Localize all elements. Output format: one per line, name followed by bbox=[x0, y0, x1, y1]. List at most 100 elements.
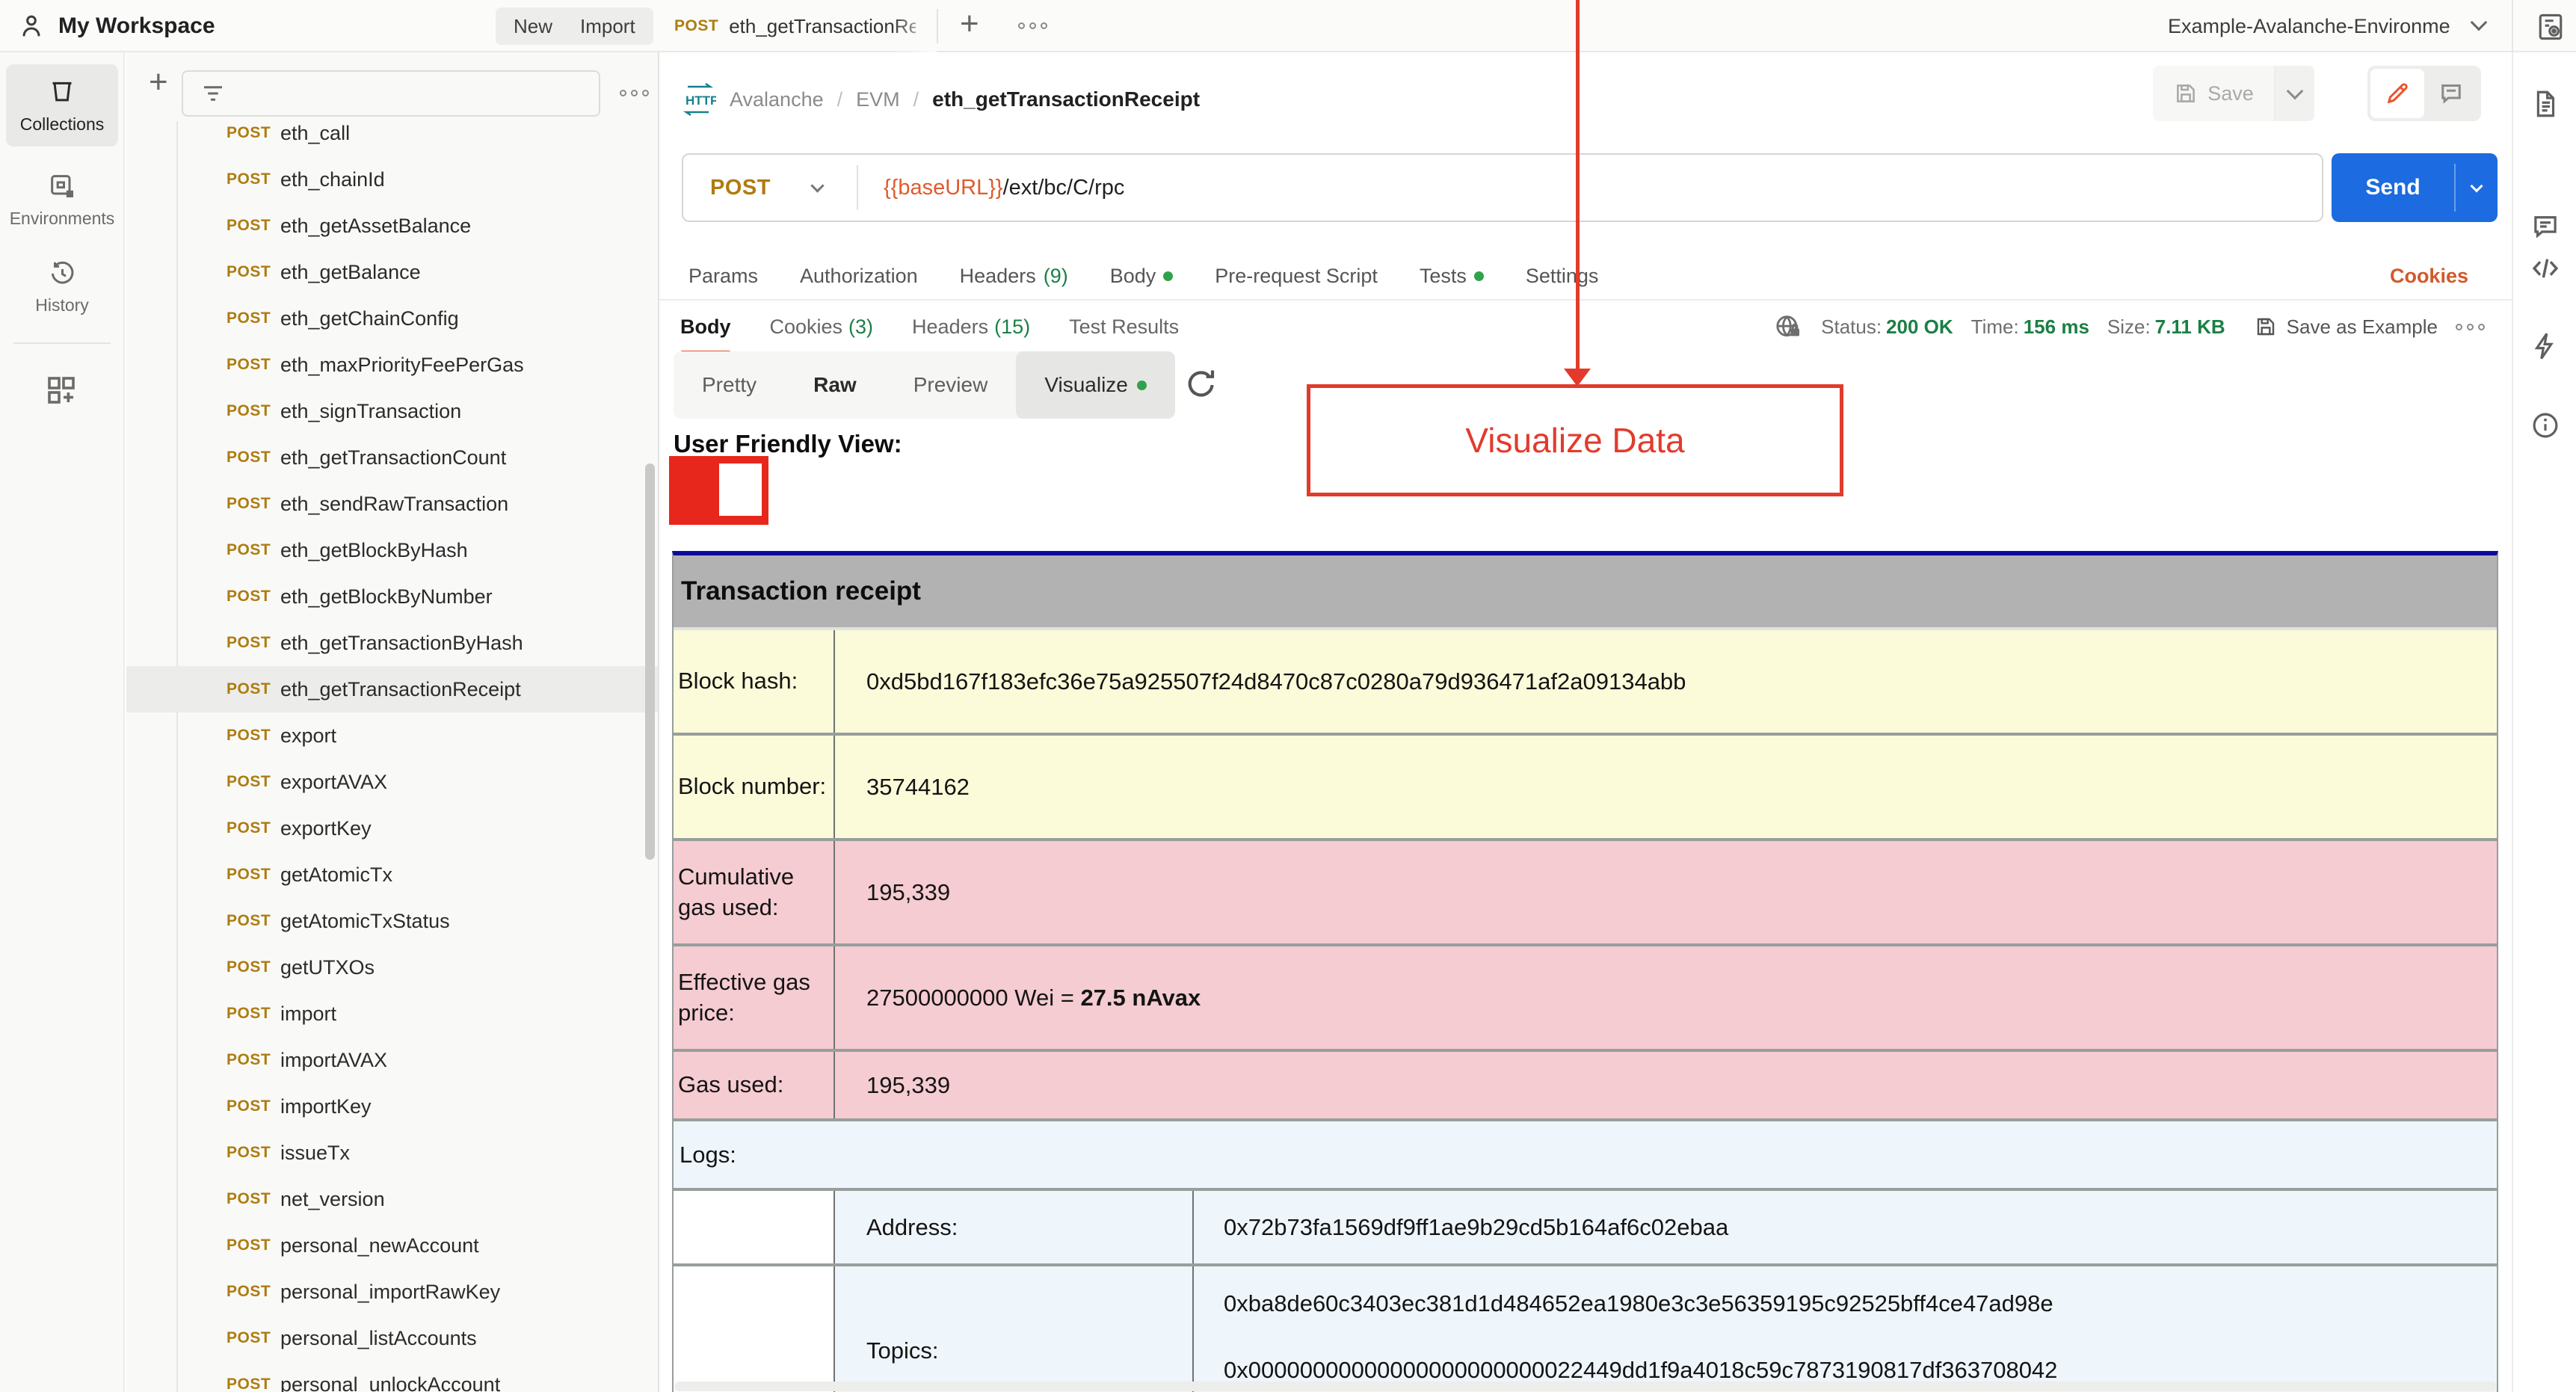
request-list-item[interactable]: POST importAVAX bbox=[126, 1037, 658, 1083]
request-name: eth_getTransactionByHash bbox=[280, 631, 523, 654]
request-tab-item[interactable]: Authorization bbox=[800, 265, 918, 288]
request-tab-item[interactable]: Params bbox=[688, 265, 758, 288]
response-view-switcher: Pretty Raw Preview Visualize bbox=[674, 351, 1175, 419]
method-select[interactable]: POST bbox=[710, 176, 771, 200]
sidebar-item-history[interactable]: History bbox=[6, 245, 118, 327]
request-list-item[interactable]: POST exportKey bbox=[126, 805, 658, 851]
edit-pencil-button[interactable] bbox=[2370, 69, 2424, 118]
request-list-item[interactable]: POST eth_signTransaction bbox=[126, 388, 658, 434]
save-options-button[interactable] bbox=[2275, 66, 2314, 121]
send-options-icon[interactable] bbox=[2456, 153, 2498, 222]
request-tab-item[interactable]: Pre-request Script bbox=[1215, 265, 1378, 288]
breadcrumb-folder[interactable]: EVM bbox=[856, 88, 900, 111]
tab-method-badge: POST bbox=[674, 17, 719, 34]
request-list-item[interactable]: POST eth_chainId bbox=[126, 156, 658, 203]
request-list-item[interactable]: POST eth_maxPriorityFeePerGas bbox=[126, 342, 658, 388]
request-tab[interactable]: POST eth_getTransactionRece bbox=[658, 0, 937, 52]
request-list-item[interactable]: POST eth_getTransactionByHash bbox=[126, 620, 658, 666]
workspace-title[interactable]: My Workspace bbox=[58, 13, 215, 39]
sidebar-scrollbar[interactable] bbox=[645, 464, 655, 860]
request-list-item[interactable]: POST personal_importRawKey bbox=[126, 1269, 658, 1315]
response-tab-item[interactable]: Test Results bbox=[1069, 308, 1179, 345]
network-icon[interactable] bbox=[1773, 312, 1803, 342]
request-list-item[interactable]: POST eth_getAssetBalance bbox=[126, 203, 658, 249]
add-request-button[interactable]: + bbox=[149, 66, 168, 99]
new-tab-button[interactable]: + bbox=[960, 7, 979, 40]
tab-label: Headers bbox=[912, 315, 989, 338]
view-label: Visualize bbox=[1044, 373, 1128, 396]
request-list-item[interactable]: POST personal_listAccounts bbox=[126, 1315, 658, 1361]
request-name: eth_getTransactionCount bbox=[280, 446, 507, 469]
comments-toggle-button[interactable] bbox=[2424, 69, 2478, 118]
tab-count: (3) bbox=[848, 315, 874, 338]
response-view-tab[interactable]: Raw bbox=[785, 351, 885, 419]
request-list-item[interactable]: POST getAtomicTxStatus bbox=[126, 898, 658, 944]
request-list-item[interactable]: POST import bbox=[126, 991, 658, 1037]
send-button[interactable]: Send bbox=[2332, 153, 2498, 222]
user-friendly-view-checkbox[interactable] bbox=[669, 456, 768, 525]
cookies-link[interactable]: Cookies bbox=[2390, 253, 2468, 299]
request-list-item[interactable]: POST getAtomicTx bbox=[126, 851, 658, 898]
response-tab-item[interactable]: Cookies (3) bbox=[770, 308, 874, 345]
request-list-item[interactable]: POST eth_getTransactionReceipt bbox=[126, 666, 658, 712]
comment-icon[interactable] bbox=[2530, 211, 2561, 242]
response-view-tab[interactable]: Visualize bbox=[1016, 351, 1175, 419]
request-list-item[interactable]: POST export bbox=[126, 712, 658, 759]
refresh-icon[interactable] bbox=[1183, 365, 1220, 402]
save-button[interactable]: Save bbox=[2153, 66, 2314, 121]
request-list-item[interactable]: POST eth_sendRawTransaction bbox=[126, 481, 658, 527]
environment-quick-look-icon[interactable] bbox=[2534, 10, 2567, 43]
chevron-down-icon[interactable] bbox=[2470, 13, 2488, 31]
request-list-item[interactable]: POST issueTx bbox=[126, 1130, 658, 1176]
response-view-tab[interactable]: Pretty bbox=[674, 351, 785, 419]
new-button[interactable]: New bbox=[496, 7, 571, 45]
sidebar-item-collections[interactable]: Collections bbox=[6, 64, 118, 147]
request-list-item[interactable]: POST eth_getBlockByHash bbox=[126, 527, 658, 573]
request-list-item[interactable]: POST personal_newAccount bbox=[126, 1222, 658, 1269]
section-divider bbox=[659, 299, 2512, 301]
import-button[interactable]: Import bbox=[562, 7, 653, 45]
request-name: export bbox=[280, 724, 337, 747]
request-list-item[interactable]: POST getUTXOs bbox=[126, 944, 658, 991]
code-icon[interactable] bbox=[2530, 253, 2561, 284]
request-list-item[interactable]: POST personal_unlockAccount bbox=[126, 1361, 658, 1392]
request-name: personal_listAccounts bbox=[280, 1326, 477, 1349]
request-list-item[interactable]: POST net_version bbox=[126, 1176, 658, 1222]
request-tab-item[interactable]: Tests bbox=[1420, 265, 1484, 288]
request-list-item[interactable]: POST eth_call bbox=[126, 110, 658, 156]
response-tab-item[interactable]: Body bbox=[680, 308, 731, 356]
environment-selector[interactable]: Example-Avalanche-Environme bbox=[2168, 0, 2450, 52]
documentation-icon[interactable] bbox=[2530, 88, 2561, 120]
request-list-item[interactable]: POST eth_getBalance bbox=[126, 249, 658, 295]
response-options-icon[interactable] bbox=[2456, 323, 2485, 330]
sidebar-options-icon[interactable] bbox=[620, 90, 649, 96]
tab-label: Cookies bbox=[769, 315, 843, 338]
method-badge: POST bbox=[227, 449, 271, 466]
annotation-box: Visualize Data bbox=[1307, 384, 1843, 496]
method-chevron-icon[interactable] bbox=[810, 179, 825, 194]
request-tab-item[interactable]: Settings bbox=[1526, 265, 1599, 288]
lightning-icon[interactable] bbox=[2530, 330, 2561, 362]
request-list-item[interactable]: POST eth_getBlockByNumber bbox=[126, 573, 658, 620]
response-tab-item[interactable]: Headers (15) bbox=[912, 308, 1030, 345]
request-list-item[interactable]: POST eth_getChainConfig bbox=[126, 295, 658, 342]
more-tools-icon[interactable] bbox=[43, 372, 79, 408]
tab-label: Settings bbox=[1525, 264, 1599, 287]
user-icon[interactable] bbox=[16, 11, 46, 41]
save-as-example-button[interactable]: Save as Example bbox=[2254, 315, 2438, 339]
url-input[interactable]: {{baseURL}}/ext/bc/C/rpc bbox=[884, 176, 1124, 200]
request-list-item[interactable]: POST exportAVAX bbox=[126, 759, 658, 805]
request-tab-item[interactable]: Headers (9) bbox=[960, 265, 1068, 288]
tab-options-icon[interactable] bbox=[1018, 22, 1047, 29]
horizontal-scrollbar[interactable] bbox=[674, 1382, 2497, 1391]
view-label: Pretty bbox=[702, 373, 757, 396]
breadcrumb-collection[interactable]: Avalanche bbox=[730, 88, 824, 111]
request-list-item[interactable]: POST importKey bbox=[126, 1083, 658, 1130]
request-tab-item[interactable]: Body bbox=[1110, 265, 1174, 288]
response-view-tab[interactable]: Preview bbox=[885, 351, 1017, 419]
info-icon[interactable] bbox=[2530, 410, 2561, 441]
table-row-logs: Logs: bbox=[674, 1121, 2497, 1191]
request-name: getUTXOs bbox=[280, 955, 375, 979]
request-list-item[interactable]: POST eth_getTransactionCount bbox=[126, 434, 658, 481]
sidebar-item-environments[interactable]: Environments bbox=[6, 158, 118, 241]
